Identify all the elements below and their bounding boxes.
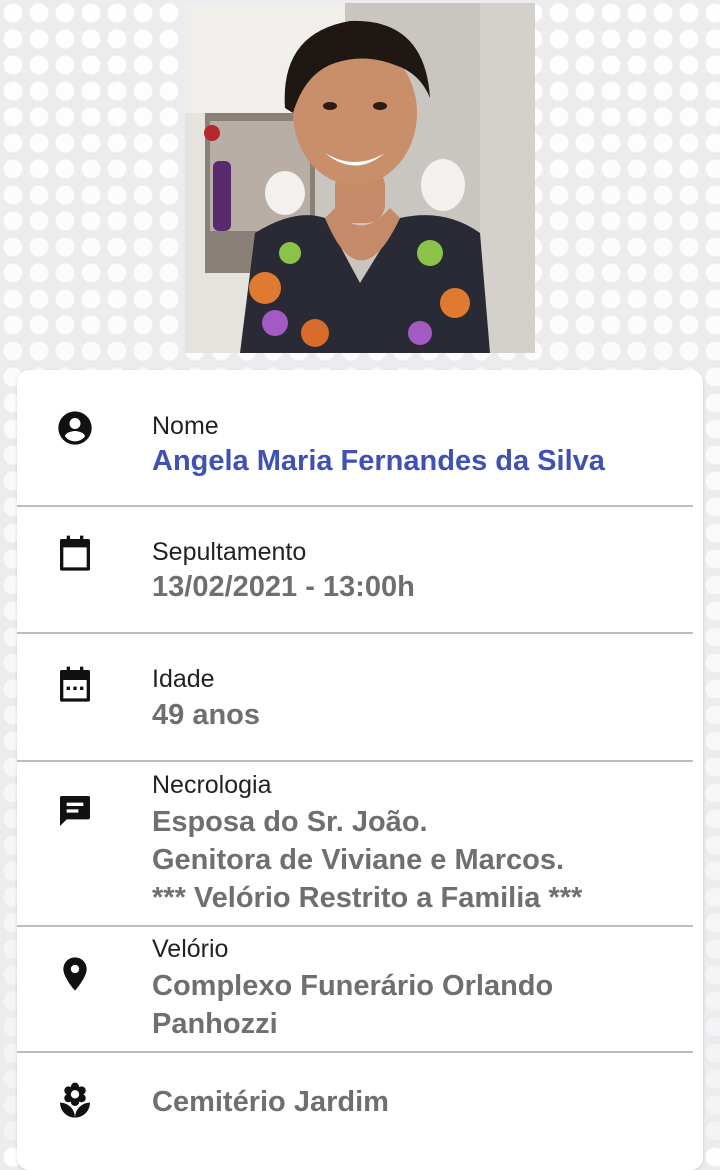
message-icon — [55, 791, 95, 831]
necrologia-line: *** Velório Restrito a Familia *** — [152, 882, 583, 914]
divider — [17, 505, 693, 507]
obituary-card: Nome Angela Maria Fernandes da Silva Sep… — [17, 370, 703, 1170]
necrologia-line: Esposa do Sr. João. — [152, 806, 428, 838]
velorio-line: Panhozzi — [152, 1008, 278, 1040]
map-pin-icon — [55, 954, 95, 994]
cemiterio-value: Cemitério Jardim — [152, 1086, 389, 1118]
sepultamento-label: Sepultamento — [152, 538, 307, 566]
nome-value: Angela Maria Fernandes da Silva — [152, 445, 605, 477]
necrologia-line: Genitora de Viviane e Marcos. — [152, 844, 565, 876]
velorio-label: Velório — [152, 935, 229, 963]
flower-icon — [55, 1081, 95, 1121]
divider — [17, 632, 693, 634]
nome-label: Nome — [152, 412, 219, 440]
divider — [17, 1051, 693, 1053]
calendar-dots-icon — [55, 665, 95, 705]
velorio-line: Complexo Funerário Orlando — [152, 970, 554, 1002]
sepultamento-value: 13/02/2021 - 13:00h — [152, 571, 415, 603]
idade-value: 49 anos — [152, 699, 260, 731]
idade-label: Idade — [152, 665, 215, 693]
necrologia-label: Necrologia — [152, 771, 272, 799]
divider — [17, 760, 693, 762]
deceased-photo — [185, 3, 535, 353]
calendar-icon — [55, 534, 95, 574]
divider — [17, 925, 693, 927]
account-circle-icon — [55, 408, 95, 448]
